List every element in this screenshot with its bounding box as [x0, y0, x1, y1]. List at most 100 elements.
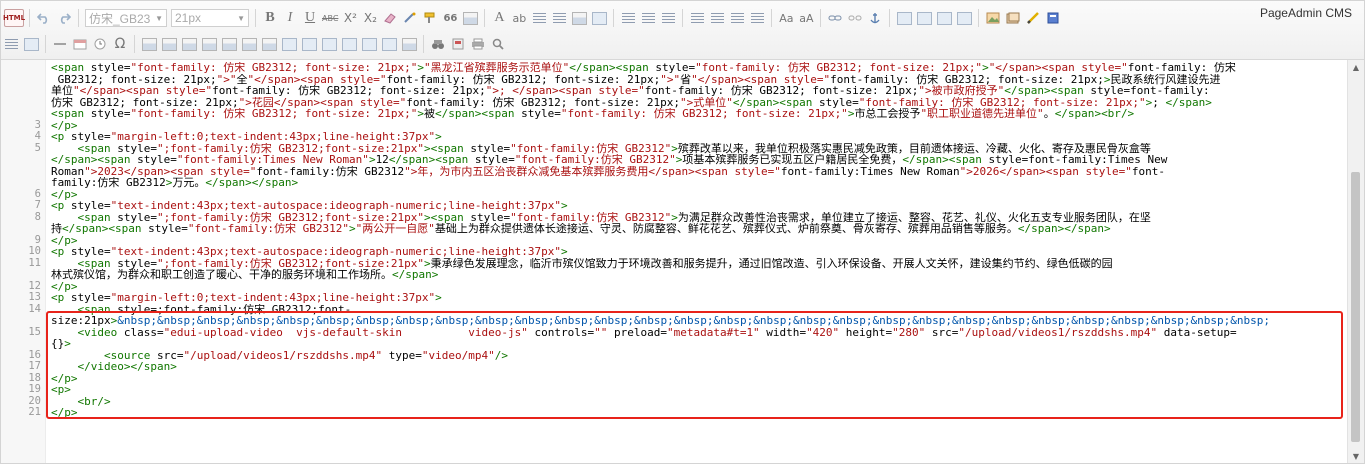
insert-multi-image-icon[interactable]: [1004, 8, 1022, 28]
insert-row-icon[interactable]: [200, 34, 218, 54]
align-justify-icon[interactable]: [748, 8, 766, 28]
merge-down-icon[interactable]: [320, 34, 338, 54]
bold-button[interactable]: B: [261, 8, 279, 28]
superscript-button[interactable]: X²: [341, 8, 359, 28]
scrawl-icon[interactable]: [1024, 8, 1042, 28]
insert-image-icon[interactable]: [984, 8, 1002, 28]
line-text: 单位"</span><span style="font-family: 仿宋_G…: [51, 85, 1210, 96]
scrollbar-thumb[interactable]: [1351, 172, 1360, 442]
toolbar-divider: [134, 35, 135, 53]
line-text: </p>: [51, 372, 78, 384]
link-icon[interactable]: [826, 8, 844, 28]
table-props-icon[interactable]: [400, 34, 418, 54]
html-source-view[interactable]: <span style="font-family: 仿宋_GB2312; fon…: [1, 60, 1348, 463]
ltr-icon[interactable]: [619, 8, 637, 28]
line-number: 12: [28, 279, 41, 292]
toolbar-divider: [682, 9, 684, 27]
ordered-list-icon[interactable]: [530, 8, 548, 28]
print-icon[interactable]: [469, 34, 487, 54]
strikethrough-button[interactable]: ABC: [321, 8, 339, 28]
image-left-icon[interactable]: [915, 8, 933, 28]
split-cols-icon[interactable]: [380, 34, 398, 54]
image-right-icon[interactable]: [935, 8, 953, 28]
line-number: 21: [28, 406, 41, 418]
brand-label: PageAdmin CMS: [1259, 6, 1352, 20]
binoculars-icon[interactable]: [429, 34, 447, 54]
anchor-icon[interactable]: [866, 8, 884, 28]
toolbar-divider: [771, 9, 773, 27]
delete-table-icon[interactable]: [160, 34, 178, 54]
font-family-select[interactable]: 仿宋_GB23 ▼: [85, 9, 167, 27]
redo-icon[interactable]: [55, 8, 73, 28]
insert-paragraph-before-table-icon[interactable]: [180, 34, 198, 54]
format-painter-icon[interactable]: [421, 8, 439, 28]
code-line: 16 <source src="/upload/videos1/rszddshs…: [1, 349, 1348, 362]
line-text: </p>: [51, 234, 78, 246]
insert-col-icon[interactable]: [240, 34, 258, 54]
undo-icon[interactable]: [35, 8, 53, 28]
toolbar-divider: [484, 9, 486, 27]
scroll-up-icon[interactable]: ▲: [1348, 60, 1364, 74]
clear-doc-icon[interactable]: [590, 8, 608, 28]
unordered-list-icon[interactable]: [550, 8, 568, 28]
delete-col-icon[interactable]: [260, 34, 278, 54]
align-right-icon[interactable]: [728, 8, 746, 28]
lowercase-icon[interactable]: aA: [797, 8, 815, 28]
select-all-icon[interactable]: [570, 8, 588, 28]
toolbar-divider: [978, 9, 980, 27]
merge-cells-icon[interactable]: [280, 34, 298, 54]
vertical-scrollbar[interactable]: ▲ ▼: [1347, 60, 1364, 463]
rtl-icon[interactable]: [639, 8, 657, 28]
toolbar-divider: [820, 9, 822, 27]
merge-right-icon[interactable]: [300, 34, 318, 54]
preview-icon[interactable]: [489, 34, 507, 54]
blockquote-button[interactable]: 66: [441, 8, 459, 28]
line-number: 14: [28, 302, 41, 315]
editor-toolbar: HTML 仿宋_GB23 ▼ 21px ▼ B I U ABC X² X₂ 66 A…: [1, 1, 1364, 60]
line-text: <p style="text-indent:43px;text-autospac…: [51, 200, 568, 211]
background-color-button[interactable]: ab: [510, 8, 528, 28]
split-cells-icon[interactable]: [340, 34, 358, 54]
autotype-icon[interactable]: [401, 8, 419, 28]
date-icon[interactable]: [71, 34, 89, 54]
split-rows-icon[interactable]: [360, 34, 378, 54]
code-line: 3 </p>: [1, 119, 1348, 132]
code-line: 林式殡仪馆，为群众和职工创造了暖心、干净的服务环境和工作场所。</span>: [1, 269, 1348, 281]
paste-plain-icon[interactable]: [461, 8, 479, 28]
insert-frame-icon[interactable]: [22, 34, 40, 54]
scroll-down-icon[interactable]: ▼: [1348, 449, 1364, 463]
line-number: 19: [28, 383, 41, 395]
code-line: 15 <video class="edui-upload-video vjs-d…: [1, 325, 1348, 339]
time-icon[interactable]: [91, 34, 109, 54]
underline-button[interactable]: U: [301, 8, 319, 28]
image-center-icon[interactable]: [955, 8, 973, 28]
outdent-icon[interactable]: [2, 34, 20, 54]
line-number: 7: [34, 199, 41, 211]
insert-table-icon[interactable]: [140, 34, 158, 54]
italic-button[interactable]: I: [281, 8, 299, 28]
code-line: 8 <span style=";font-family:仿宋_GB2312;fo…: [1, 211, 1348, 224]
align-left-icon[interactable]: [688, 8, 706, 28]
uppercase-icon[interactable]: Aa: [777, 8, 795, 28]
special-chars-button[interactable]: Ω: [111, 34, 129, 54]
code-line: 持</span><span style="font-family:仿宋_GB23…: [1, 223, 1348, 235]
indent-icon[interactable]: [659, 8, 677, 28]
horizontal-rule-icon[interactable]: [51, 34, 69, 54]
font-size-select[interactable]: 21px ▼: [171, 9, 249, 27]
insert-emotion-icon[interactable]: [1044, 8, 1062, 28]
font-color-button[interactable]: A: [490, 8, 508, 28]
rich-text-editor: HTML 仿宋_GB23 ▼ 21px ▼ B I U ABC X² X₂ 66 A…: [0, 0, 1365, 464]
align-center-icon[interactable]: [708, 8, 726, 28]
line-text: size:21px>&nbsp;&nbsp;&nbsp;&nbsp;&nbsp;…: [51, 315, 1270, 326]
toolbar-row-1: HTML 仿宋_GB23 ▼ 21px ▼ B I U ABC X² X₂ 66 A…: [1, 5, 1063, 31]
toolbar-divider: [613, 9, 615, 27]
subscript-button[interactable]: X₂: [361, 8, 379, 28]
format-clear-icon[interactable]: [381, 8, 399, 28]
line-number: 15: [28, 325, 41, 338]
image-none-icon[interactable]: [895, 8, 913, 28]
toolbar-divider: [45, 35, 46, 53]
unlink-icon[interactable]: [846, 8, 864, 28]
template-icon[interactable]: [449, 34, 467, 54]
delete-row-icon[interactable]: [220, 34, 238, 54]
html-source-button[interactable]: HTML: [3, 9, 25, 27]
